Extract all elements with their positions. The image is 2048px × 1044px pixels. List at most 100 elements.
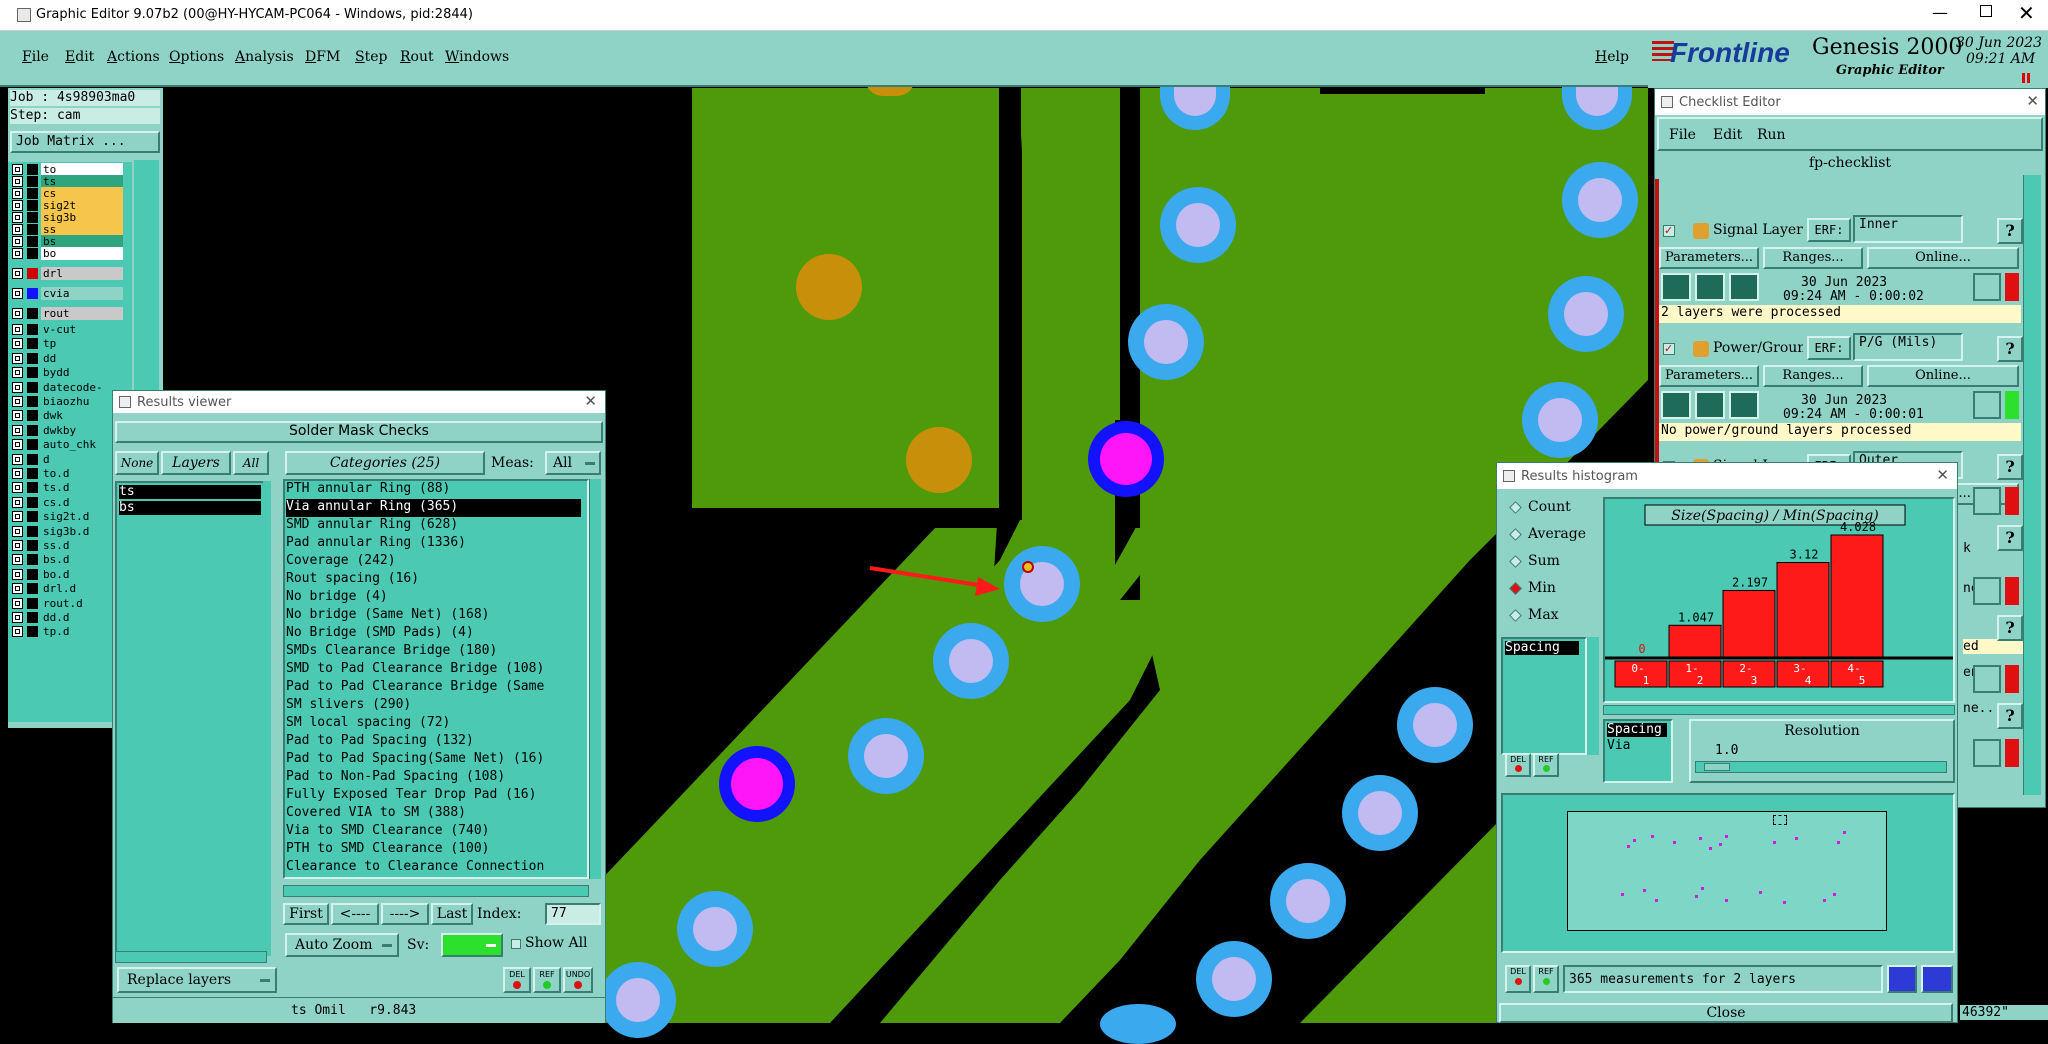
layer-color-swatch[interactable] bbox=[27, 381, 38, 393]
layer-color-swatch[interactable] bbox=[27, 525, 38, 537]
meas-scroll[interactable] bbox=[1587, 637, 1599, 755]
help-button[interactable]: ? bbox=[1997, 525, 2023, 551]
layer-row[interactable]: to.d bbox=[12, 466, 123, 481]
close-icon[interactable]: ✕ bbox=[1936, 466, 1949, 484]
layer-color-swatch[interactable] bbox=[27, 568, 38, 580]
category-item[interactable]: PTH annular Ring (88) bbox=[286, 481, 581, 499]
menu-file[interactable]: File bbox=[22, 49, 49, 65]
hist-hscroll[interactable] bbox=[1603, 705, 1955, 715]
erf-button[interactable]: ERF: bbox=[1807, 336, 1851, 360]
layer-color-swatch[interactable] bbox=[27, 453, 38, 465]
none-button[interactable]: None bbox=[115, 451, 159, 475]
del-button[interactable]: DEL bbox=[503, 967, 531, 993]
meas-listbox[interactable]: Spacing bbox=[1501, 637, 1587, 755]
layer-row[interactable]: rout bbox=[12, 306, 123, 321]
layer-color-swatch[interactable] bbox=[27, 583, 38, 595]
layer-color-swatch[interactable] bbox=[27, 396, 38, 407]
all-button[interactable]: All bbox=[233, 451, 269, 475]
layer-row[interactable]: bo.d bbox=[12, 567, 123, 582]
meas-dropdown[interactable]: All bbox=[545, 451, 601, 475]
layer-row[interactable]: tp bbox=[12, 336, 123, 351]
error-marker[interactable] bbox=[1022, 561, 1034, 573]
aggregate-radio-min[interactable]: Min bbox=[1509, 580, 1556, 596]
layer-row[interactable]: v-cut bbox=[12, 322, 123, 337]
preview-viewport[interactable] bbox=[1773, 815, 1787, 825]
layer-checkbox[interactable] bbox=[12, 367, 23, 379]
layer-row[interactable]: dd.d bbox=[12, 610, 123, 625]
layer-row[interactable]: d bbox=[12, 452, 123, 467]
category-scrollbar[interactable] bbox=[589, 479, 601, 879]
category-item[interactable]: Pad to Pad Spacing (132) bbox=[286, 733, 581, 751]
index-input[interactable]: 77 bbox=[545, 903, 601, 925]
layer-checkbox[interactable] bbox=[12, 381, 23, 393]
aggregate-radio-count[interactable]: Count bbox=[1509, 499, 1571, 515]
category-item[interactable]: Pad to Pad Clearance Bridge (Same bbox=[286, 679, 581, 697]
layer-color-swatch[interactable] bbox=[27, 367, 38, 379]
menu-step[interactable]: Step bbox=[355, 49, 387, 65]
layer-color-swatch[interactable] bbox=[27, 248, 38, 259]
meas-list-item[interactable]: Spacing bbox=[1505, 641, 1579, 655]
layer-checkbox[interactable] bbox=[12, 410, 23, 422]
layer-checkbox[interactable] bbox=[12, 288, 23, 299]
maximize-icon[interactable] bbox=[1980, 5, 1992, 17]
layer-list-scrollbar[interactable] bbox=[263, 481, 271, 956]
category-item[interactable]: No bridge (Same Net) (168) bbox=[286, 607, 581, 625]
menu-options[interactable]: Options bbox=[169, 49, 224, 65]
online-button[interactable]: Online... bbox=[1867, 247, 2019, 269]
zoom-icon[interactable] bbox=[1973, 739, 2001, 767]
graph-icon[interactable] bbox=[1887, 965, 1917, 993]
menu-actions[interactable]: Actions bbox=[107, 49, 160, 65]
histogram-bar[interactable] bbox=[1830, 534, 1884, 658]
category-item[interactable]: Pad to Pad Spacing(Same Net) (16) bbox=[286, 751, 581, 769]
parameters-button[interactable]: Parameters... bbox=[1659, 365, 1759, 387]
layer-row[interactable]: auto_chk bbox=[12, 437, 123, 452]
histogram-bar[interactable] bbox=[1776, 562, 1830, 658]
category-item[interactable]: Via to SMD Clearance (740) bbox=[286, 823, 581, 841]
category-item[interactable]: SMD to Pad Clearance Bridge (108) bbox=[286, 661, 581, 679]
category-item[interactable]: SM local spacing (72) bbox=[286, 715, 581, 733]
histogram-bar[interactable] bbox=[1668, 624, 1722, 658]
category-item[interactable]: Fully Exposed Tear Drop Pad (16) bbox=[286, 787, 581, 805]
layer-row[interactable]: rout.d bbox=[12, 596, 123, 611]
layer-row[interactable]: sig3b.d bbox=[12, 524, 123, 539]
resolution-slider[interactable] bbox=[1695, 761, 1947, 773]
layer-checkbox[interactable] bbox=[12, 554, 23, 566]
show-all-checkbox[interactable] bbox=[511, 939, 521, 949]
ref-button[interactable]: REF bbox=[533, 967, 561, 993]
online-button[interactable]: Online... bbox=[1867, 365, 2019, 387]
zoom-icon[interactable] bbox=[1973, 273, 2001, 301]
run-icon[interactable] bbox=[1661, 273, 1691, 301]
layer-checkbox[interactable] bbox=[12, 568, 23, 580]
layer-list-item[interactable]: bs bbox=[119, 501, 261, 515]
hist-del-button[interactable]: DEL bbox=[1505, 753, 1531, 777]
category-item[interactable]: Pad annular Ring (1336) bbox=[286, 535, 581, 553]
layer-row[interactable]: cvia bbox=[12, 286, 123, 301]
layer-color-swatch[interactable] bbox=[27, 511, 38, 523]
layer-checkbox[interactable] bbox=[12, 248, 23, 259]
zoom-icon[interactable] bbox=[1973, 391, 2001, 419]
layer-color-swatch[interactable] bbox=[27, 424, 38, 436]
layer-checkbox[interactable] bbox=[12, 612, 23, 623]
replace-layers-dropdown[interactable]: Replace layers bbox=[117, 967, 277, 993]
aggregate-radio-average[interactable]: Average bbox=[1509, 526, 1586, 542]
layer-checkbox[interactable] bbox=[12, 583, 23, 595]
erf-button[interactable]: ERF: bbox=[1807, 218, 1851, 242]
category-item[interactable]: Clearance to Clearance Connection bbox=[286, 859, 581, 877]
layer-color-swatch[interactable] bbox=[27, 496, 38, 508]
layer-list-item[interactable]: ts bbox=[119, 485, 261, 499]
menu-windows[interactable]: Windows bbox=[445, 49, 509, 65]
category-item[interactable]: No bridge (4) bbox=[286, 589, 581, 607]
layer-checkbox[interactable] bbox=[12, 525, 23, 537]
layer-checkbox[interactable] bbox=[12, 453, 23, 465]
layer-checkbox[interactable] bbox=[12, 338, 23, 350]
run-icon[interactable] bbox=[1695, 273, 1725, 301]
type-list-item[interactable]: Via bbox=[1607, 739, 1667, 753]
layer-row[interactable]: ss.d bbox=[12, 538, 123, 553]
layer-color-swatch[interactable] bbox=[27, 626, 38, 638]
ranges-button[interactable]: Ranges... bbox=[1763, 365, 1863, 387]
help-button[interactable]: ? bbox=[1997, 615, 2023, 641]
hist-ref-button[interactable]: REF bbox=[1533, 753, 1559, 777]
layer-color-swatch[interactable] bbox=[27, 324, 38, 335]
menu-analysis[interactable]: Analysis bbox=[235, 49, 294, 65]
category-item[interactable]: Via annular Ring (365) bbox=[286, 499, 581, 517]
